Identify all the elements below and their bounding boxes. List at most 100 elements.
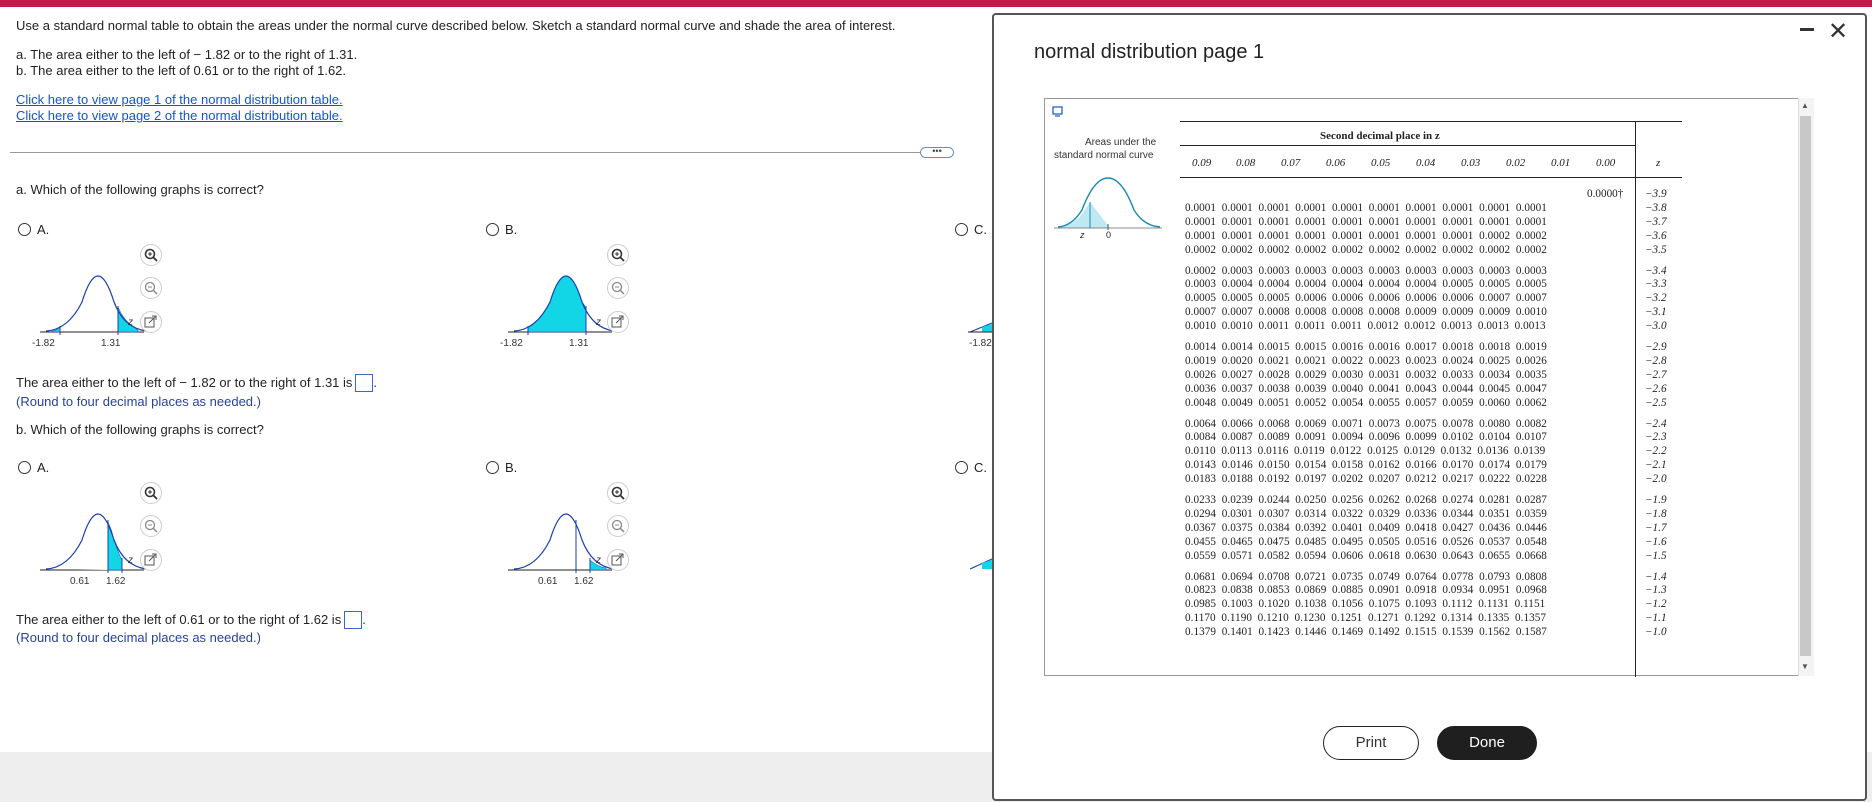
z-label: z xyxy=(596,555,601,566)
row-values: 0.0005 0.0005 0.0005 0.0006 0.0006 0.000… xyxy=(1185,292,1547,305)
curve-z-label: z xyxy=(1080,230,1085,240)
zoom-in-icon[interactable] xyxy=(607,482,629,504)
radio-button[interactable] xyxy=(486,223,499,236)
row-values: 0.0455 0.0465 0.0475 0.0485 0.0495 0.050… xyxy=(1185,535,1547,548)
row-values: 0.0001 0.0001 0.0001 0.0001 0.0001 0.000… xyxy=(1185,215,1547,228)
row-z-value: −1.1 xyxy=(1645,612,1667,625)
zoom-out-icon[interactable] xyxy=(607,277,629,299)
option-label: A. xyxy=(37,222,50,237)
question-b-prompt: b. Which of the following graphs is corr… xyxy=(16,422,264,437)
z-col-header: z xyxy=(1656,157,1661,169)
radio-button[interactable] xyxy=(18,461,31,474)
row-values: 0.0110 0.0113 0.0116 0.0119 0.0122 0.012… xyxy=(1185,445,1546,458)
answer-b-statement: The area either to the left of 0.61 or t… xyxy=(16,611,366,629)
row-z-value: −3.5 xyxy=(1645,243,1667,256)
radio-button[interactable] xyxy=(486,461,499,474)
col-header: 0.02 xyxy=(1506,157,1526,169)
zoom-in-icon[interactable] xyxy=(140,244,162,266)
scrollbar-thumb[interactable] xyxy=(1800,116,1811,656)
row-values: 0.0233 0.0239 0.0244 0.0250 0.0256 0.026… xyxy=(1185,494,1547,506)
minimize-icon[interactable] xyxy=(1800,28,1814,31)
close-icon[interactable]: ✕ xyxy=(1828,20,1848,44)
row-z-value: −3.7 xyxy=(1645,215,1667,228)
col-header: 0.01 xyxy=(1551,157,1571,169)
row-z-value: −2.1 xyxy=(1645,459,1667,472)
expand-more-button[interactable]: ••• xyxy=(920,147,954,158)
zoom-out-icon[interactable] xyxy=(140,515,162,537)
table-top-rule xyxy=(1180,121,1682,122)
row-z-value: −3.6 xyxy=(1645,229,1667,242)
curve-zero-label: 0 xyxy=(1106,230,1112,240)
row-values: 0.0002 0.0002 0.0002 0.0002 0.0002 0.000… xyxy=(1185,243,1547,256)
option-c-radio-part-b[interactable]: C. xyxy=(955,460,987,475)
scroll-down-icon[interactable]: ▼ xyxy=(1801,662,1809,671)
radio-button[interactable] xyxy=(955,223,968,236)
row-z-value: −3.4 xyxy=(1645,264,1667,277)
row-z-value: −1.4 xyxy=(1645,570,1667,583)
row-values: 0.0001 0.0001 0.0001 0.0001 0.0001 0.000… xyxy=(1185,229,1547,242)
top-accent-bar xyxy=(0,0,1872,7)
row-values: 0.0003 0.0004 0.0004 0.0004 0.0004 0.000… xyxy=(1185,278,1547,291)
row-values: 0.0294 0.0301 0.0307 0.0314 0.0322 0.032… xyxy=(1185,507,1547,520)
external-link-icon[interactable] xyxy=(607,549,629,571)
row-z-value: −1.5 xyxy=(1645,549,1667,562)
row-values: 0.0143 0.0146 0.0150 0.0154 0.0158 0.016… xyxy=(1185,459,1547,472)
option-c-radio-part-a[interactable]: C. xyxy=(955,222,987,237)
row-z-value: −1.2 xyxy=(1645,598,1667,611)
graph-label-left: -1.82 xyxy=(500,338,523,349)
col-header: 0.04 xyxy=(1416,157,1436,169)
external-link-icon[interactable] xyxy=(140,549,162,571)
option-a-radio-part-b[interactable]: A. xyxy=(18,460,49,475)
graph-label-left: -1.82 xyxy=(969,338,992,349)
zoom-in-icon[interactable] xyxy=(140,482,162,504)
table-page1-link[interactable]: Click here to view page 1 of the normal … xyxy=(16,92,343,107)
standard-normal-curve-illustration xyxy=(1054,177,1162,230)
option-b-radio-part-a[interactable]: B. xyxy=(486,222,517,237)
col-header: 0.05 xyxy=(1371,157,1391,169)
zoom-out-icon[interactable] xyxy=(140,277,162,299)
zoom-in-icon[interactable] xyxy=(607,244,629,266)
answer-a-input[interactable] xyxy=(355,374,374,392)
row-z-value: −2.3 xyxy=(1645,431,1667,444)
z-label: z xyxy=(128,555,133,566)
table-page2-link[interactable]: Click here to view page 2 of the normal … xyxy=(16,108,343,123)
header-rule xyxy=(1180,145,1635,146)
first-table-value: 0.0000† xyxy=(1587,188,1624,200)
radio-button[interactable] xyxy=(18,223,31,236)
external-link-icon[interactable] xyxy=(140,311,162,333)
radio-button[interactable] xyxy=(955,461,968,474)
row-values: 0.0026 0.0027 0.0028 0.0029 0.0030 0.003… xyxy=(1185,368,1547,381)
question-a-prompt: a. Which of the following graphs is corr… xyxy=(16,182,264,197)
zoom-out-icon[interactable] xyxy=(607,515,629,537)
header-bottom-rule xyxy=(1180,177,1682,178)
scroll-up-icon[interactable]: ▲ xyxy=(1801,101,1809,110)
row-values: 0.0084 0.0087 0.0089 0.0091 0.0094 0.009… xyxy=(1185,431,1547,444)
col-header: 0.07 xyxy=(1281,157,1301,169)
option-a-radio-part-a[interactable]: A. xyxy=(18,222,49,237)
part-a-text: a. The area either to the left of − 1.82… xyxy=(16,47,358,62)
row-z-value: −1.7 xyxy=(1645,521,1667,534)
row-values: 0.0681 0.0694 0.0708 0.0721 0.0735 0.074… xyxy=(1185,570,1547,583)
row-z-value: −1.3 xyxy=(1645,584,1667,597)
external-link-icon[interactable] xyxy=(607,311,629,333)
row-values: 0.0183 0.0188 0.0192 0.0197 0.0202 0.020… xyxy=(1185,473,1547,486)
second-decimal-header: Second decimal place in z xyxy=(1320,130,1440,142)
graph-label-right: 1.62 xyxy=(106,576,126,587)
print-button[interactable]: Print xyxy=(1323,726,1419,760)
instruction-text: Use a standard normal table to obtain th… xyxy=(16,18,896,33)
copy-icon[interactable] xyxy=(1052,106,1064,118)
option-b-radio-part-b[interactable]: B. xyxy=(486,460,517,475)
answer-b-text: The area either to the left of 0.61 or t… xyxy=(16,612,342,627)
option-label: A. xyxy=(37,460,50,475)
graph-a-part-a xyxy=(40,275,147,335)
option-label: C. xyxy=(974,222,987,237)
round-hint-b: (Round to four decimal places as needed.… xyxy=(16,630,261,645)
row-z-value: −2.6 xyxy=(1645,382,1667,395)
row-values: 0.0367 0.0375 0.0384 0.0392 0.0401 0.040… xyxy=(1185,521,1547,534)
done-button[interactable]: Done xyxy=(1437,726,1537,760)
z-column-rule xyxy=(1635,121,1636,677)
z-label: z xyxy=(596,317,601,328)
answer-b-input[interactable] xyxy=(344,611,363,629)
graph-label-left: 0.61 xyxy=(70,576,90,587)
graph-b-part-a xyxy=(508,275,615,335)
